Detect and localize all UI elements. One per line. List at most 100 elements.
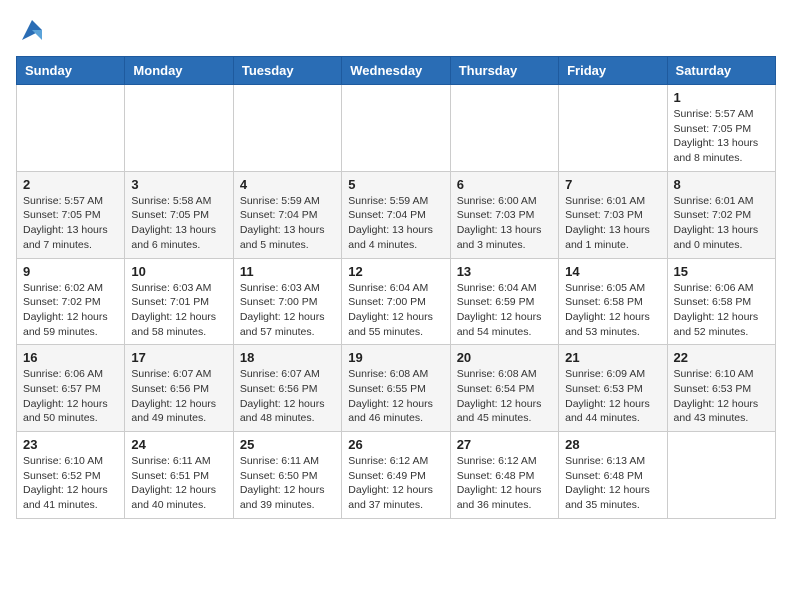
calendar-cell: 15 Sunrise: 6:06 AM Sunset: 6:58 PM Dayli… bbox=[667, 258, 775, 345]
day-number: 10 bbox=[131, 264, 226, 279]
calendar-cell: 5Sunrise: 5:59 AM Sunset: 7:04 PM Daylig… bbox=[342, 171, 450, 258]
column-header-thursday: Thursday bbox=[450, 57, 558, 85]
calendar-cell: 23 Sunrise: 6:10 AM Sunset: 6:52 PM Dayli… bbox=[17, 432, 125, 519]
day-number: 7 bbox=[565, 177, 660, 192]
day-number: 6 bbox=[457, 177, 552, 192]
day-number: 23 bbox=[23, 437, 118, 452]
calendar-week-row: 9 Sunrise: 6:02 AM Sunset: 7:02 PM Daylig… bbox=[17, 258, 776, 345]
day-info: Sunrise: 5:57 AM Sunset: 7:05 PM Dayligh… bbox=[674, 107, 769, 166]
day-number: 8 bbox=[674, 177, 769, 192]
day-number: 26 bbox=[348, 437, 443, 452]
calendar-cell: 24 Sunrise: 6:11 AM Sunset: 6:51 PM Dayli… bbox=[125, 432, 233, 519]
calendar-cell: 6 Sunrise: 6:00 AM Sunset: 7:03 PM Daylig… bbox=[450, 171, 558, 258]
day-number: 15 bbox=[674, 264, 769, 279]
day-number: 27 bbox=[457, 437, 552, 452]
day-info: Sunrise: 6:08 AM Sunset: 6:55 PM Dayligh… bbox=[348, 367, 443, 426]
calendar-cell bbox=[342, 85, 450, 172]
calendar-week-row: 1 Sunrise: 5:57 AM Sunset: 7:05 PM Daylig… bbox=[17, 85, 776, 172]
column-header-friday: Friday bbox=[559, 57, 667, 85]
calendar-cell: 10 Sunrise: 6:03 AM Sunset: 7:01 PM Dayli… bbox=[125, 258, 233, 345]
calendar-cell: 1 Sunrise: 5:57 AM Sunset: 7:05 PM Daylig… bbox=[667, 85, 775, 172]
calendar-cell: 3Sunrise: 5:58 AM Sunset: 7:05 PM Daylig… bbox=[125, 171, 233, 258]
day-info: Sunrise: 6:01 AM Sunset: 7:03 PM Dayligh… bbox=[565, 194, 660, 253]
calendar-cell: 11 Sunrise: 6:03 AM Sunset: 7:00 PM Dayli… bbox=[233, 258, 341, 345]
day-info: Sunrise: 6:00 AM Sunset: 7:03 PM Dayligh… bbox=[457, 194, 552, 253]
calendar-cell bbox=[233, 85, 341, 172]
calendar-week-row: 23 Sunrise: 6:10 AM Sunset: 6:52 PM Dayli… bbox=[17, 432, 776, 519]
day-info: Sunrise: 6:05 AM Sunset: 6:58 PM Dayligh… bbox=[565, 281, 660, 340]
calendar-cell: 25 Sunrise: 6:11 AM Sunset: 6:50 PM Dayli… bbox=[233, 432, 341, 519]
day-number: 16 bbox=[23, 350, 118, 365]
column-header-tuesday: Tuesday bbox=[233, 57, 341, 85]
calendar-cell: 20 Sunrise: 6:08 AM Sunset: 6:54 PM Dayli… bbox=[450, 345, 558, 432]
day-info: Sunrise: 6:06 AM Sunset: 6:58 PM Dayligh… bbox=[674, 281, 769, 340]
day-number: 12 bbox=[348, 264, 443, 279]
day-number: 13 bbox=[457, 264, 552, 279]
day-number: 4 bbox=[240, 177, 335, 192]
column-header-sunday: Sunday bbox=[17, 57, 125, 85]
day-number: 17 bbox=[131, 350, 226, 365]
day-number: 14 bbox=[565, 264, 660, 279]
day-number: 5 bbox=[348, 177, 443, 192]
day-info: Sunrise: 5:59 AM Sunset: 7:04 PM Dayligh… bbox=[240, 194, 335, 253]
calendar-cell bbox=[450, 85, 558, 172]
calendar-week-row: 2 Sunrise: 5:57 AM Sunset: 7:05 PM Daylig… bbox=[17, 171, 776, 258]
calendar-cell: 7 Sunrise: 6:01 AM Sunset: 7:03 PM Daylig… bbox=[559, 171, 667, 258]
day-info: Sunrise: 6:04 AM Sunset: 6:59 PM Dayligh… bbox=[457, 281, 552, 340]
calendar-cell: 27Sunrise: 6:12 AM Sunset: 6:48 PM Dayli… bbox=[450, 432, 558, 519]
day-info: Sunrise: 6:07 AM Sunset: 6:56 PM Dayligh… bbox=[131, 367, 226, 426]
calendar-cell bbox=[125, 85, 233, 172]
calendar-cell bbox=[559, 85, 667, 172]
calendar-cell: 4 Sunrise: 5:59 AM Sunset: 7:04 PM Daylig… bbox=[233, 171, 341, 258]
day-info: Sunrise: 5:57 AM Sunset: 7:05 PM Dayligh… bbox=[23, 194, 118, 253]
calendar-cell: 2 Sunrise: 5:57 AM Sunset: 7:05 PM Daylig… bbox=[17, 171, 125, 258]
day-info: Sunrise: 6:07 AM Sunset: 6:56 PM Dayligh… bbox=[240, 367, 335, 426]
column-header-wednesday: Wednesday bbox=[342, 57, 450, 85]
day-info: Sunrise: 6:09 AM Sunset: 6:53 PM Dayligh… bbox=[565, 367, 660, 426]
column-header-monday: Monday bbox=[125, 57, 233, 85]
calendar-cell: 16 Sunrise: 6:06 AM Sunset: 6:57 PM Dayli… bbox=[17, 345, 125, 432]
day-info: Sunrise: 6:02 AM Sunset: 7:02 PM Dayligh… bbox=[23, 281, 118, 340]
calendar-cell: 21Sunrise: 6:09 AM Sunset: 6:53 PM Dayli… bbox=[559, 345, 667, 432]
day-info: Sunrise: 6:12 AM Sunset: 6:49 PM Dayligh… bbox=[348, 454, 443, 513]
day-number: 19 bbox=[348, 350, 443, 365]
day-info: Sunrise: 6:11 AM Sunset: 6:51 PM Dayligh… bbox=[131, 454, 226, 513]
calendar-cell: 17 Sunrise: 6:07 AM Sunset: 6:56 PM Dayli… bbox=[125, 345, 233, 432]
day-info: Sunrise: 6:03 AM Sunset: 7:01 PM Dayligh… bbox=[131, 281, 226, 340]
calendar-header-row: SundayMondayTuesdayWednesdayThursdayFrid… bbox=[17, 57, 776, 85]
day-number: 22 bbox=[674, 350, 769, 365]
day-info: Sunrise: 6:10 AM Sunset: 6:52 PM Dayligh… bbox=[23, 454, 118, 513]
calendar-week-row: 16 Sunrise: 6:06 AM Sunset: 6:57 PM Dayli… bbox=[17, 345, 776, 432]
day-number: 25 bbox=[240, 437, 335, 452]
calendar-cell: 26 Sunrise: 6:12 AM Sunset: 6:49 PM Dayli… bbox=[342, 432, 450, 519]
day-number: 18 bbox=[240, 350, 335, 365]
day-number: 11 bbox=[240, 264, 335, 279]
column-header-saturday: Saturday bbox=[667, 57, 775, 85]
logo-icon bbox=[18, 16, 46, 44]
day-number: 1 bbox=[674, 90, 769, 105]
calendar-cell: 19 Sunrise: 6:08 AM Sunset: 6:55 PM Dayli… bbox=[342, 345, 450, 432]
calendar-cell: 22 Sunrise: 6:10 AM Sunset: 6:53 PM Dayli… bbox=[667, 345, 775, 432]
calendar-cell: 28 Sunrise: 6:13 AM Sunset: 6:48 PM Dayli… bbox=[559, 432, 667, 519]
day-info: Sunrise: 6:04 AM Sunset: 7:00 PM Dayligh… bbox=[348, 281, 443, 340]
day-number: 24 bbox=[131, 437, 226, 452]
calendar-cell: 12 Sunrise: 6:04 AM Sunset: 7:00 PM Dayli… bbox=[342, 258, 450, 345]
day-number: 20 bbox=[457, 350, 552, 365]
day-info: Sunrise: 6:01 AM Sunset: 7:02 PM Dayligh… bbox=[674, 194, 769, 253]
calendar-cell: 14 Sunrise: 6:05 AM Sunset: 6:58 PM Dayli… bbox=[559, 258, 667, 345]
day-number: 9 bbox=[23, 264, 118, 279]
calendar-table: SundayMondayTuesdayWednesdayThursdayFrid… bbox=[16, 56, 776, 519]
day-info: Sunrise: 6:11 AM Sunset: 6:50 PM Dayligh… bbox=[240, 454, 335, 513]
day-info: Sunrise: 6:08 AM Sunset: 6:54 PM Dayligh… bbox=[457, 367, 552, 426]
day-info: Sunrise: 6:03 AM Sunset: 7:00 PM Dayligh… bbox=[240, 281, 335, 340]
day-info: Sunrise: 5:58 AM Sunset: 7:05 PM Dayligh… bbox=[131, 194, 226, 253]
day-info: Sunrise: 6:13 AM Sunset: 6:48 PM Dayligh… bbox=[565, 454, 660, 513]
calendar-cell bbox=[667, 432, 775, 519]
day-info: Sunrise: 6:10 AM Sunset: 6:53 PM Dayligh… bbox=[674, 367, 769, 426]
calendar-cell: 9 Sunrise: 6:02 AM Sunset: 7:02 PM Daylig… bbox=[17, 258, 125, 345]
page-header bbox=[16, 16, 776, 44]
day-number: 28 bbox=[565, 437, 660, 452]
day-info: Sunrise: 6:06 AM Sunset: 6:57 PM Dayligh… bbox=[23, 367, 118, 426]
day-number: 2 bbox=[23, 177, 118, 192]
calendar-cell: 18 Sunrise: 6:07 AM Sunset: 6:56 PM Dayli… bbox=[233, 345, 341, 432]
